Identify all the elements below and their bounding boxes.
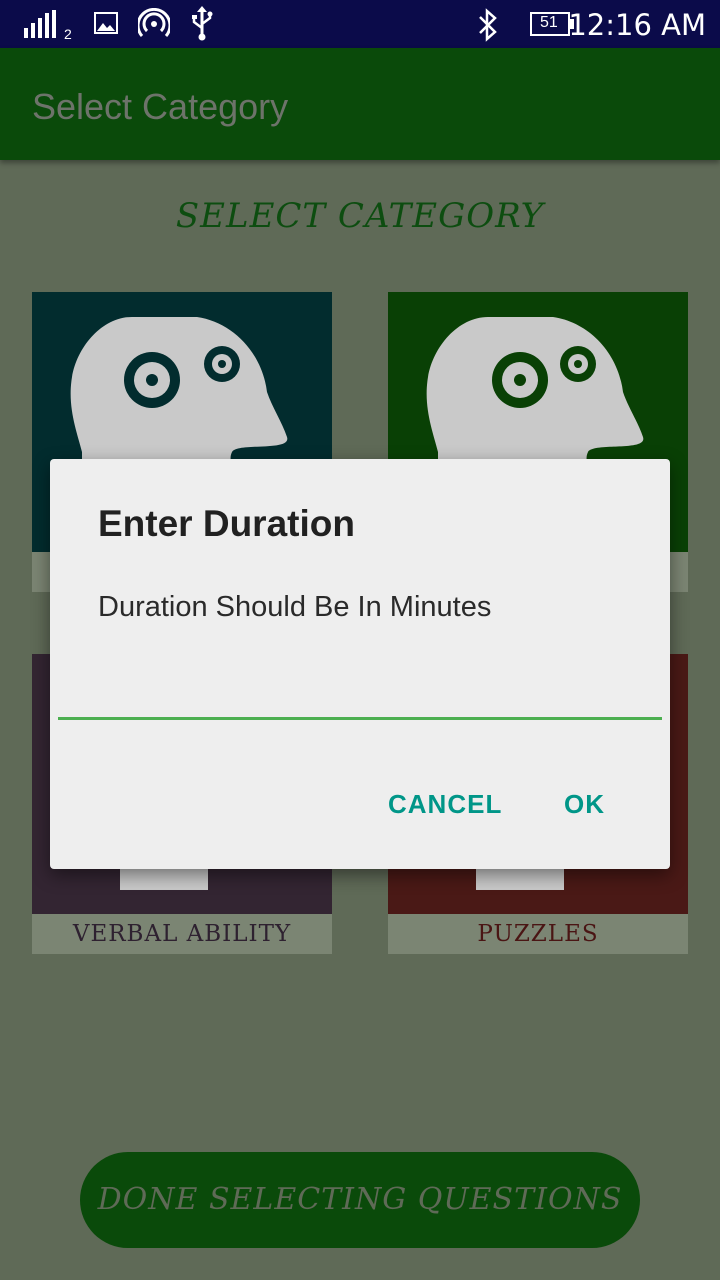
- bluetooth-icon: [476, 8, 500, 47]
- category-label: PUZZLES: [388, 914, 688, 954]
- sim-label: 2: [64, 26, 72, 42]
- done-selecting-button[interactable]: DONE SELECTING QUESTIONS: [80, 1152, 640, 1248]
- signal-icon: [24, 10, 64, 45]
- clock: 12:16 AM: [568, 8, 706, 42]
- duration-dialog: Enter Duration Duration Should Be In Min…: [50, 459, 670, 869]
- usb-icon: [190, 6, 214, 47]
- dialog-message: Duration Should Be In Minutes: [98, 591, 492, 623]
- battery-level: 51: [540, 14, 558, 31]
- image-icon: [94, 12, 118, 39]
- status-bar: 2 51 12:16 AM: [0, 0, 720, 48]
- dialog-title: Enter Duration: [98, 503, 355, 544]
- page-heading: SELECT CATEGORY: [175, 196, 545, 236]
- category-label: VERBAL ABILITY: [32, 914, 332, 954]
- app-bar-title: Select Category: [32, 86, 289, 127]
- hotspot-icon: [136, 7, 172, 45]
- app-bar: Select Category: [0, 48, 720, 160]
- ok-button[interactable]: OK: [564, 789, 605, 820]
- duration-input[interactable]: [58, 664, 662, 720]
- cancel-button[interactable]: CANCEL: [388, 789, 502, 820]
